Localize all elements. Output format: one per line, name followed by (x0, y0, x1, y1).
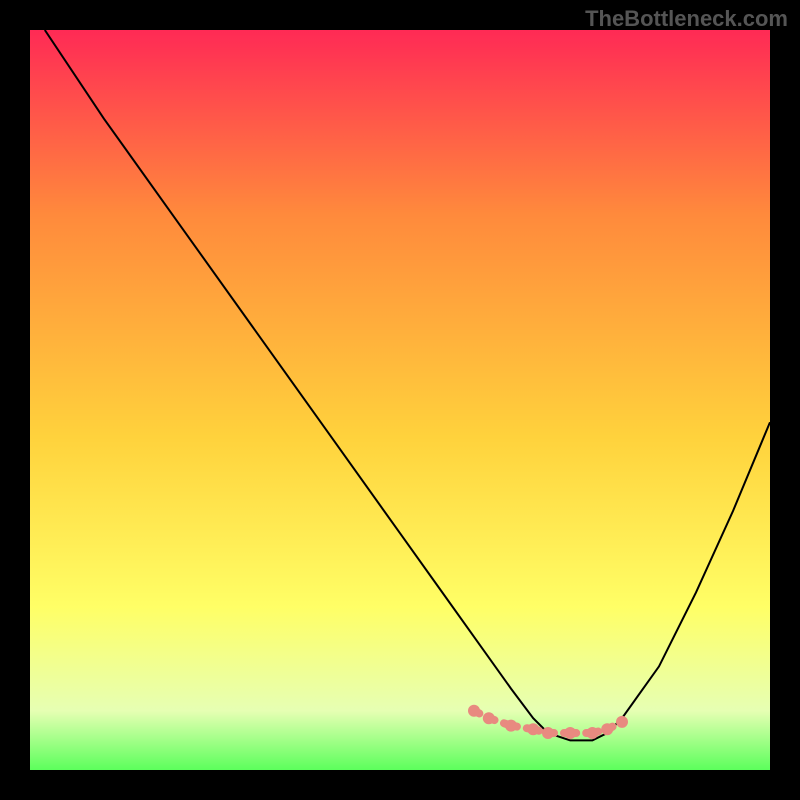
optimal-marker (616, 716, 628, 728)
chart-svg (30, 30, 770, 770)
chart-container (30, 30, 770, 770)
watermark-text: TheBottleneck.com (585, 6, 788, 32)
gradient-background (30, 30, 770, 770)
